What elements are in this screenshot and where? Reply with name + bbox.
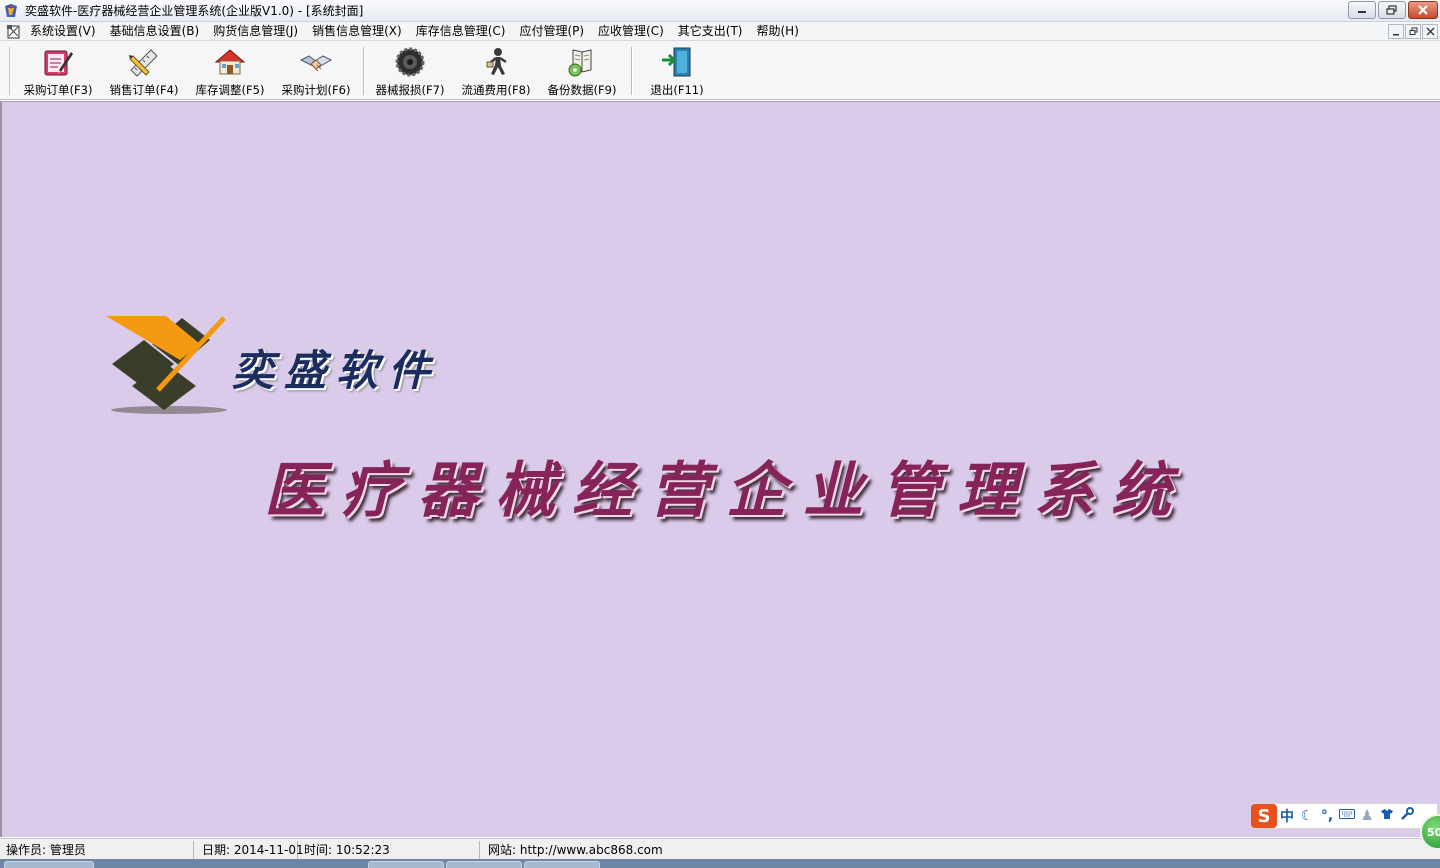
taskbar-item[interactable] — [368, 861, 444, 868]
menu-bar: 系统设置(V) 基础信息设置(B) 购货信息管理(J) 销售信息管理(X) 库存… — [0, 22, 1440, 41]
restore-button[interactable] — [1378, 1, 1406, 19]
app-icon — [5, 4, 17, 17]
menu-other-expenses[interactable]: 其它支出(T) — [678, 22, 750, 41]
shirt-icon[interactable] — [1377, 808, 1397, 824]
taskbar-item[interactable] — [524, 861, 600, 868]
taskbar-item[interactable] — [446, 861, 522, 868]
status-time: 时间: 10:52:23 — [298, 841, 480, 859]
menu-inventory-info[interactable]: 库存信息管理(C) — [416, 22, 513, 41]
purchase-order-label: 采购订单(F3) — [23, 83, 93, 97]
menu-help[interactable]: 帮助(H) — [757, 22, 806, 41]
os-taskbar — [0, 859, 1440, 868]
restore-icon — [1386, 5, 1397, 15]
device-loss-button[interactable]: 器械报损(F7) — [368, 43, 452, 99]
exit-label: 退出(F11) — [650, 83, 704, 97]
window-title: 奕盛软件-医疗器械经营企业管理系统(企业版V1.0) - [系统封面] — [25, 4, 364, 18]
menu-basic-info[interactable]: 基础信息设置(B) — [110, 22, 207, 41]
exit-button[interactable]: 退出(F11) — [635, 43, 719, 99]
punctuation-icon[interactable]: °, — [1317, 808, 1337, 824]
toolbar-grip[interactable] — [9, 47, 12, 95]
menu-payables[interactable]: 应付管理(P) — [519, 22, 591, 41]
mdi-controls — [1388, 24, 1438, 39]
minimize-icon — [1358, 11, 1366, 13]
toolbar: 采购订单(F3) 销售订单(F4) 库存调整(F5) 采购计划(F6) 器械报损… — [0, 41, 1440, 100]
title-bar: 奕盛软件-医疗器械经营企业管理系统(企业版V1.0) - [系统封面] — [0, 0, 1440, 22]
gear-icon — [395, 47, 425, 77]
status-bar: 操作员: 管理员 日期: 2014-11-01 时间: 10:52:23 网站:… — [0, 838, 1440, 859]
close-icon — [1418, 5, 1428, 15]
menu-system-settings[interactable]: 系统设置(V) — [30, 22, 103, 41]
menu-purchase-info[interactable]: 购货信息管理(J) — [213, 22, 305, 41]
shirt-glyph — [1381, 809, 1393, 819]
book-disc-icon — [568, 49, 592, 77]
pen-notepad-icon — [44, 50, 73, 76]
product-title: 医疗器械经营企业管理系统 — [264, 456, 1188, 526]
splash-panel: 奕盛软件 医疗器械经营企业管理系统 S 中 ☾ °, ♟ — [0, 101, 1440, 837]
sales-order-button[interactable]: 销售订单(F4) — [102, 43, 186, 99]
close-icon — [1426, 27, 1434, 36]
walking-person-icon — [486, 48, 507, 75]
pencil-ruler-icon — [129, 49, 158, 77]
sogou-logo[interactable]: S — [1251, 804, 1277, 828]
wrench-glyph — [1401, 807, 1414, 820]
taskbar-item[interactable] — [4, 861, 94, 868]
sales-order-label: 销售订单(F4) — [109, 83, 179, 97]
exit-door-icon — [662, 47, 691, 77]
mdi-minimize-button[interactable] — [1388, 24, 1404, 39]
device-loss-label: 器械报损(F7) — [375, 83, 445, 97]
minimize-icon — [1393, 33, 1399, 35]
minimize-button[interactable] — [1348, 1, 1376, 19]
close-button[interactable] — [1408, 1, 1438, 19]
ime-mode-toggle[interactable]: 中 — [1277, 806, 1297, 826]
company-name: 奕盛软件 — [232, 346, 441, 395]
backup-label: 备份数据(F9) — [547, 83, 617, 97]
menu-receivables[interactable]: 应收管理(C) — [598, 22, 671, 41]
toolbar-separator — [363, 47, 365, 95]
moon-icon[interactable]: ☾ — [1297, 808, 1317, 824]
mdi-restore-button[interactable] — [1405, 24, 1421, 39]
keyboard-icon[interactable] — [1337, 808, 1357, 824]
menu-sales-info[interactable]: 销售信息管理(X) — [312, 22, 409, 41]
wrench-icon[interactable] — [1397, 807, 1417, 825]
toolbar-separator — [631, 47, 633, 95]
circulation-fee-button[interactable]: 流通费用(F8) — [454, 43, 538, 99]
document-menu-icon[interactable] — [6, 24, 22, 39]
company-logo — [106, 316, 227, 414]
purchase-order-button[interactable]: 采购订单(F3) — [16, 43, 100, 99]
user-icon[interactable]: ♟ — [1357, 808, 1377, 824]
stock-adjust-label: 库存调整(F5) — [195, 83, 265, 97]
backup-button[interactable]: 备份数据(F9) — [540, 43, 624, 99]
purchase-plan-label: 采购计划(F6) — [281, 83, 351, 97]
mdi-close-button[interactable] — [1422, 24, 1438, 39]
menu-items: 系统设置(V) 基础信息设置(B) 购货信息管理(J) 销售信息管理(X) 库存… — [30, 22, 813, 41]
status-date: 日期: 2014-11-01 — [196, 841, 304, 859]
circulation-fee-label: 流通费用(F8) — [461, 83, 531, 97]
house-icon — [214, 49, 246, 75]
status-operator: 操作员: 管理员 — [0, 841, 194, 859]
handshake-icon — [299, 55, 333, 72]
window-controls — [1348, 1, 1438, 19]
status-website: 网站: http://www.abc868.com — [488, 843, 663, 857]
stock-adjust-button[interactable]: 库存调整(F5) — [188, 43, 272, 99]
keyboard-glyph — [1339, 809, 1355, 819]
purchase-plan-button[interactable]: 采购计划(F6) — [274, 43, 358, 99]
ime-toolbar: S 中 ☾ °, ♟ — [1251, 803, 1438, 829]
restore-icon — [1409, 27, 1417, 35]
